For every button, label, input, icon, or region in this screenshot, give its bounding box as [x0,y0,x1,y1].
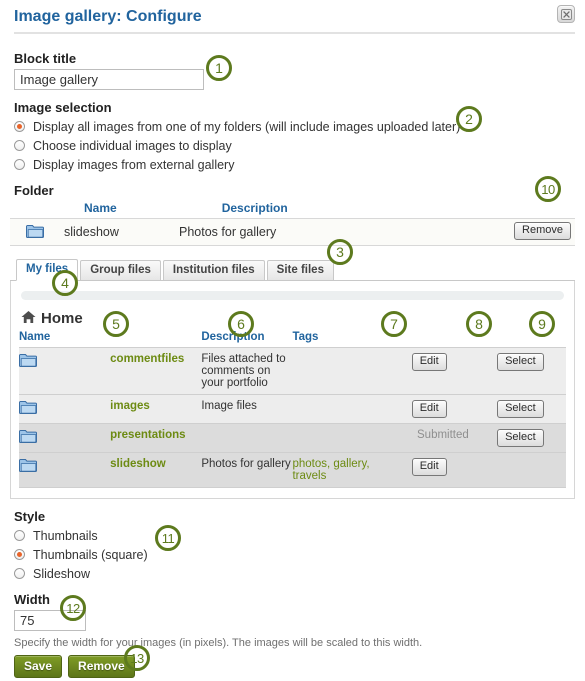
folder-col-name: Name [84,201,117,215]
folder-label: Folder [14,183,54,198]
selected-folder-table: Name Description slideshow Photos for ga… [10,201,575,246]
file-description: Image files [201,394,293,424]
radio-slideshow[interactable]: Slideshow [14,565,575,582]
status-badge: Submitted [417,429,469,441]
radio-indicator [14,121,25,132]
annotation-8: 8 [466,311,492,337]
width-help-text: Specify the width for your images (in pi… [14,637,423,649]
file-tags [292,423,384,453]
file-name-link[interactable]: commentfiles [110,353,184,365]
remove-folder-button[interactable]: Remove [514,222,571,240]
annotation-7: 7 [381,311,407,337]
folder-icon [19,423,111,453]
folder-icon [19,452,111,488]
file-description: Files attached to comments on your portf… [201,347,293,395]
radio-label: Slideshow [33,566,90,581]
breadcrumb-label: Home [41,310,83,327]
width-label: Width [14,592,50,607]
annotation-3: 3 [327,239,353,265]
file-description [201,423,293,453]
edit-button[interactable]: Edit [411,353,447,371]
annotation-2: 2 [456,106,482,132]
folder-row-description: Photos for gallery [179,225,277,239]
footer-buttons: Save Remove [14,655,575,678]
annotation-6: 6 [228,311,254,337]
radio-indicator [14,159,25,170]
file-tags [292,347,384,395]
save-button[interactable]: Save [14,655,63,678]
folder-icon [19,347,111,395]
folder-col-description: Description [221,201,288,215]
radio-external-gallery[interactable]: Display images from external gallery [14,156,575,173]
table-row: images Image files Edit Select [19,394,566,424]
folder-icon [26,224,44,241]
edit-button[interactable]: Edit [411,458,447,476]
image-selection-label: Image selection [14,100,112,115]
radio-label: Thumbnails [33,528,98,543]
annotation-13: 13 [124,645,150,671]
annotation-11: 11 [155,525,181,551]
radio-label: Display images from external gallery [33,157,235,172]
page-title: Image gallery: Configure [14,8,202,25]
select-button[interactable]: Select [497,353,544,371]
folder-table-header: Name Description [10,201,575,218]
home-icon [21,310,36,327]
table-row: presentations Submitted Select [19,423,566,453]
edit-button[interactable]: Edit [411,400,447,418]
file-tags[interactable]: photos, gallery, travels [292,458,369,482]
radio-indicator [14,140,25,151]
header-divider [14,32,575,34]
close-icon[interactable] [557,5,575,23]
table-row: slideshow Photos for gallery Remove [10,218,575,246]
file-browser-tabs: My files Group files Institution files S… [10,259,575,281]
file-tags [292,394,384,424]
quota-bar [21,291,564,300]
radio-thumbnails[interactable]: Thumbnails [14,527,575,544]
annotation-5: 5 [103,311,129,337]
select-button[interactable]: Select [497,429,544,447]
annotation-9: 9 [529,311,555,337]
file-browser-body: Home Name Description Tags commentfiles … [10,281,575,499]
tab-site-files[interactable]: Site files [266,260,334,280]
radio-display-all-folder[interactable]: Display all images from one of my folder… [14,118,575,135]
table-row: commentfiles Files attached to comments … [19,347,566,395]
folder-row-name: slideshow [64,225,119,239]
select-button[interactable]: Select [497,400,544,418]
file-description: Photos for gallery [201,452,293,488]
configure-dialog: Image gallery: Configure Block title Ima… [0,0,585,681]
file-table: Name Description Tags commentfiles Files… [19,329,566,488]
annotation-4: 4 [52,270,78,296]
dialog-header: Image gallery: Configure [10,0,575,41]
radio-indicator [14,568,25,579]
file-browser: My files Group files Institution files S… [10,259,575,499]
radio-label: Display all images from one of my folder… [33,119,461,134]
annotation-1: 1 [206,55,232,81]
select-placeholder [474,452,566,488]
radio-indicator [14,530,25,541]
file-name-link[interactable]: images [110,400,150,412]
annotation-12: 12 [60,595,86,621]
radio-indicator [14,549,25,560]
file-name-link[interactable]: presentations [110,429,185,441]
tab-institution-files[interactable]: Institution files [162,260,265,280]
tab-group-files[interactable]: Group files [80,260,161,280]
annotation-10: 10 [535,176,561,202]
radio-thumbnails-square[interactable]: Thumbnails (square) [14,546,575,563]
col-tags: Tags [292,331,319,343]
radio-label: Thumbnails (square) [33,547,148,562]
radio-label: Choose individual images to display [33,138,232,153]
style-label: Style [14,509,46,524]
block-title-label: Block title [14,51,77,66]
folder-icon [19,394,111,424]
file-name-link[interactable]: slideshow [110,458,166,470]
block-title-input[interactable] [14,69,204,90]
radio-choose-individual[interactable]: Choose individual images to display [14,137,575,154]
table-row: slideshow Photos for gallery photos, gal… [19,452,566,488]
